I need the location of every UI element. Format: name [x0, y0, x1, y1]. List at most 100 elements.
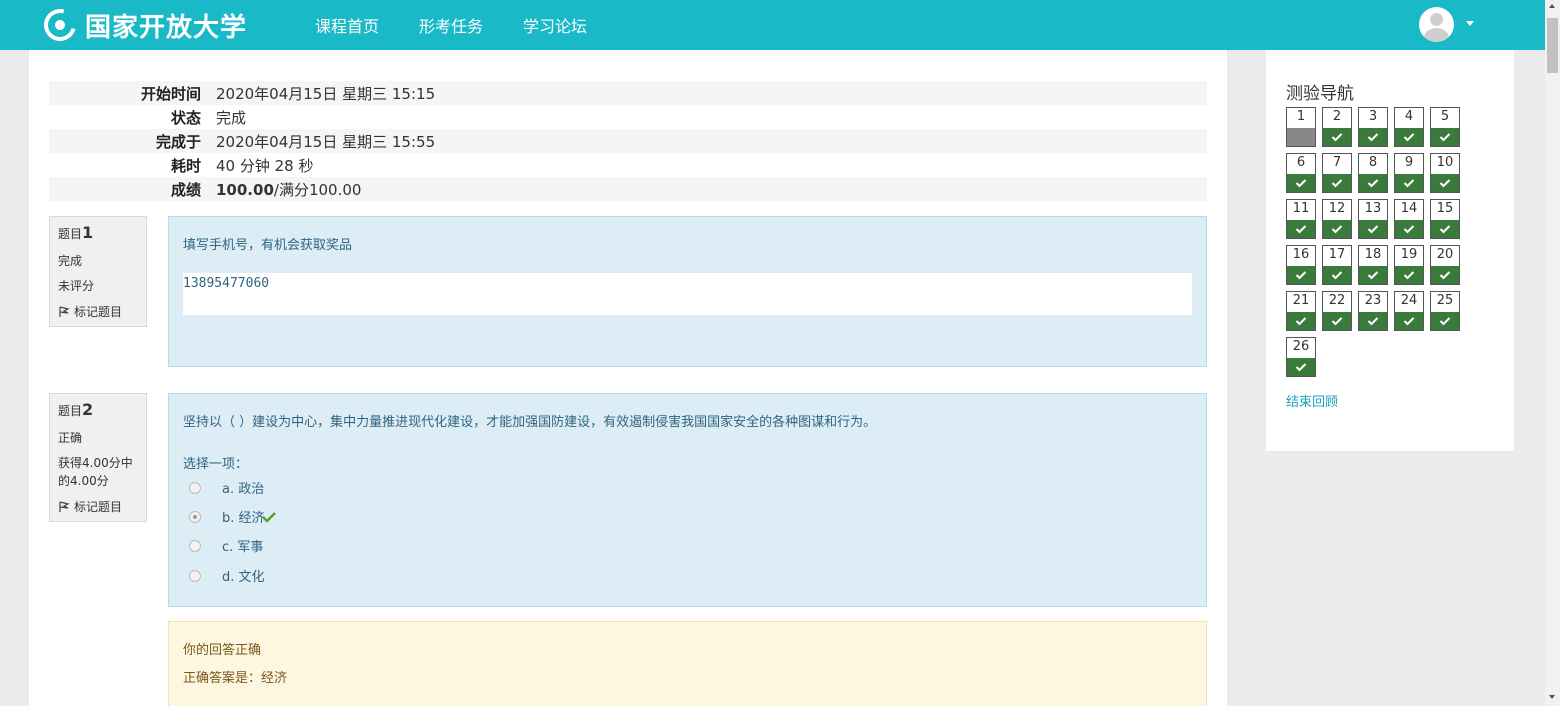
option-label: c. 军事 [222, 540, 264, 555]
nav-course-home[interactable]: 课程首页 [315, 13, 379, 37]
question-grade: 未评分 [58, 279, 95, 293]
radio-button-selected[interactable] [189, 510, 201, 523]
quiz-nav-number: 16 [1292, 247, 1310, 262]
quiz-nav-button[interactable]: 21 [1286, 291, 1316, 331]
check-icon [1287, 358, 1315, 376]
quiz-nav-button[interactable]: 9 [1394, 153, 1424, 193]
quiz-nav-button[interactable]: 23 [1358, 291, 1388, 331]
quiz-nav-button[interactable]: 22 [1322, 291, 1352, 331]
check-icon [1323, 174, 1351, 192]
summary-label: 状态 [170, 108, 201, 127]
radio-button[interactable] [189, 539, 201, 552]
radio-button[interactable] [189, 481, 201, 494]
quiz-nav-button[interactable]: 19 [1394, 245, 1424, 285]
question-number: 题目1 [58, 223, 94, 242]
quiz-nav-button[interactable]: 2 [1322, 107, 1352, 147]
quiz-nav-button[interactable]: 24 [1394, 291, 1424, 331]
option-b[interactable]: b. 经济 [189, 507, 276, 526]
question-grade: 获得4.00分中的4.00分 [58, 456, 133, 488]
quiz-nav-number: 14 [1400, 201, 1418, 216]
flag-question-button[interactable]: 标记题目 [58, 498, 138, 515]
summary-label: 完成于 [155, 132, 201, 151]
quiz-nav-number: 5 [1440, 109, 1450, 124]
site-logo[interactable]: 国家开放大学 [38, 3, 248, 47]
check-icon [1287, 220, 1315, 238]
question-status: 正确 [58, 431, 83, 445]
quiz-nav-number: 2 [1332, 109, 1342, 124]
quiz-nav-button[interactable]: 26 [1286, 337, 1316, 377]
finish-review-link[interactable]: 结束回顾 [1286, 391, 1338, 410]
flag-label: 标记题目 [74, 305, 123, 319]
check-icon [1431, 174, 1459, 192]
check-icon [1287, 266, 1315, 284]
nav-assessment-tasks[interactable]: 形考任务 [419, 13, 483, 37]
user-avatar-icon[interactable] [1419, 7, 1454, 42]
quiz-nav-button[interactable]: 6 [1286, 153, 1316, 193]
quiz-nav-button[interactable]: 18 [1358, 245, 1388, 285]
quiz-nav-button[interactable]: 10 [1430, 153, 1460, 193]
quiz-nav-button[interactable]: 13 [1358, 199, 1388, 239]
question-feedback: 你的回答正确 正确答案是：经济 [168, 621, 1207, 706]
answer-field[interactable]: 13895477060 [183, 273, 1192, 315]
option-c[interactable]: c. 军事 [189, 536, 263, 555]
quiz-nav-number: 20 [1436, 247, 1454, 262]
quiz-nav-button[interactable]: 15 [1430, 199, 1460, 239]
nav-forum[interactable]: 学习论坛 [523, 13, 587, 37]
quiz-nav-number: 9 [1404, 155, 1414, 170]
quiz-nav-button[interactable]: 20 [1430, 245, 1460, 285]
scroll-down-arrow-icon[interactable] [1549, 695, 1555, 699]
flag-question-button[interactable]: 标记题目 [58, 303, 138, 320]
university-logo-icon [38, 3, 82, 47]
quiz-nav-button[interactable]: 5 [1430, 107, 1460, 147]
quiz-nav-button[interactable]: 7 [1322, 153, 1352, 193]
check-icon [1359, 266, 1387, 284]
summary-value: 2020年04月15日 星期三 15:55 [216, 132, 436, 151]
quiz-nav-button[interactable]: 8 [1358, 153, 1388, 193]
radio-button[interactable] [189, 569, 201, 582]
option-d[interactable]: d. 文化 [189, 566, 265, 585]
quiz-nav-button[interactable]: 11 [1286, 199, 1316, 239]
check-icon [1395, 220, 1423, 238]
feedback-title: 你的回答正确 [183, 643, 262, 658]
summary-label: 成绩 [170, 180, 201, 199]
flag-icon [59, 500, 70, 512]
top-navbar: 国家开放大学 课程首页 形考任务 学习论坛 [0, 0, 1545, 50]
quiz-nav-number: 17 [1328, 247, 1346, 262]
check-icon [1287, 312, 1315, 330]
flag-icon [59, 305, 70, 317]
check-icon [1395, 128, 1423, 146]
quiz-nav-button[interactable]: 3 [1358, 107, 1388, 147]
check-icon [1395, 174, 1423, 192]
check-icon [1287, 174, 1315, 192]
main-nav: 课程首页 形考任务 学习论坛 [315, 0, 627, 50]
flag-label: 标记题目 [74, 500, 123, 514]
quiz-nav-button[interactable]: 12 [1322, 199, 1352, 239]
option-label: b. 经济 [222, 511, 265, 526]
quiz-nav-number: 25 [1436, 293, 1454, 308]
summary-label: 开始时间 [140, 84, 201, 103]
option-a[interactable]: a. 政治 [189, 478, 264, 497]
scroll-up-arrow-icon[interactable] [1549, 4, 1555, 8]
user-menu-caret-icon[interactable] [1466, 21, 1474, 26]
quiz-nav-number: 18 [1364, 247, 1382, 262]
summary-value: 2020年04月15日 星期三 15:15 [216, 84, 436, 103]
attempt-summary-table: 开始时间 2020年04月15日 星期三 15:15 状态 完成 完成于 202… [49, 81, 1207, 201]
quiz-nav-button[interactable]: 4 [1394, 107, 1424, 147]
check-icon [1431, 312, 1459, 330]
question-status-bar [1287, 128, 1315, 146]
page-scrollbar[interactable] [1545, 0, 1560, 706]
summary-value: 40 分钟 28 秒 [216, 156, 314, 175]
scroll-thumb[interactable] [1547, 18, 1558, 73]
quiz-nav-button[interactable]: 16 [1286, 245, 1316, 285]
logo-text: 国家开放大学 [85, 12, 248, 43]
check-icon [1395, 312, 1423, 330]
question-status: 完成 [58, 254, 83, 268]
check-icon [1323, 128, 1351, 146]
quiz-nav-button[interactable]: 1 [1286, 107, 1316, 147]
quiz-nav-number: 6 [1296, 155, 1306, 170]
question-content-1: 填写手机号，有机会获取奖品 13895477060 [168, 216, 1207, 367]
quiz-nav-button[interactable]: 25 [1430, 291, 1460, 331]
quiz-nav-button[interactable]: 14 [1394, 199, 1424, 239]
quiz-nav-button[interactable]: 17 [1322, 245, 1352, 285]
question-content-2: 坚持以（ ）建设为中心，集中力量推进现代化建设，才能加强国防建设，有效遏制侵害我… [168, 393, 1207, 607]
